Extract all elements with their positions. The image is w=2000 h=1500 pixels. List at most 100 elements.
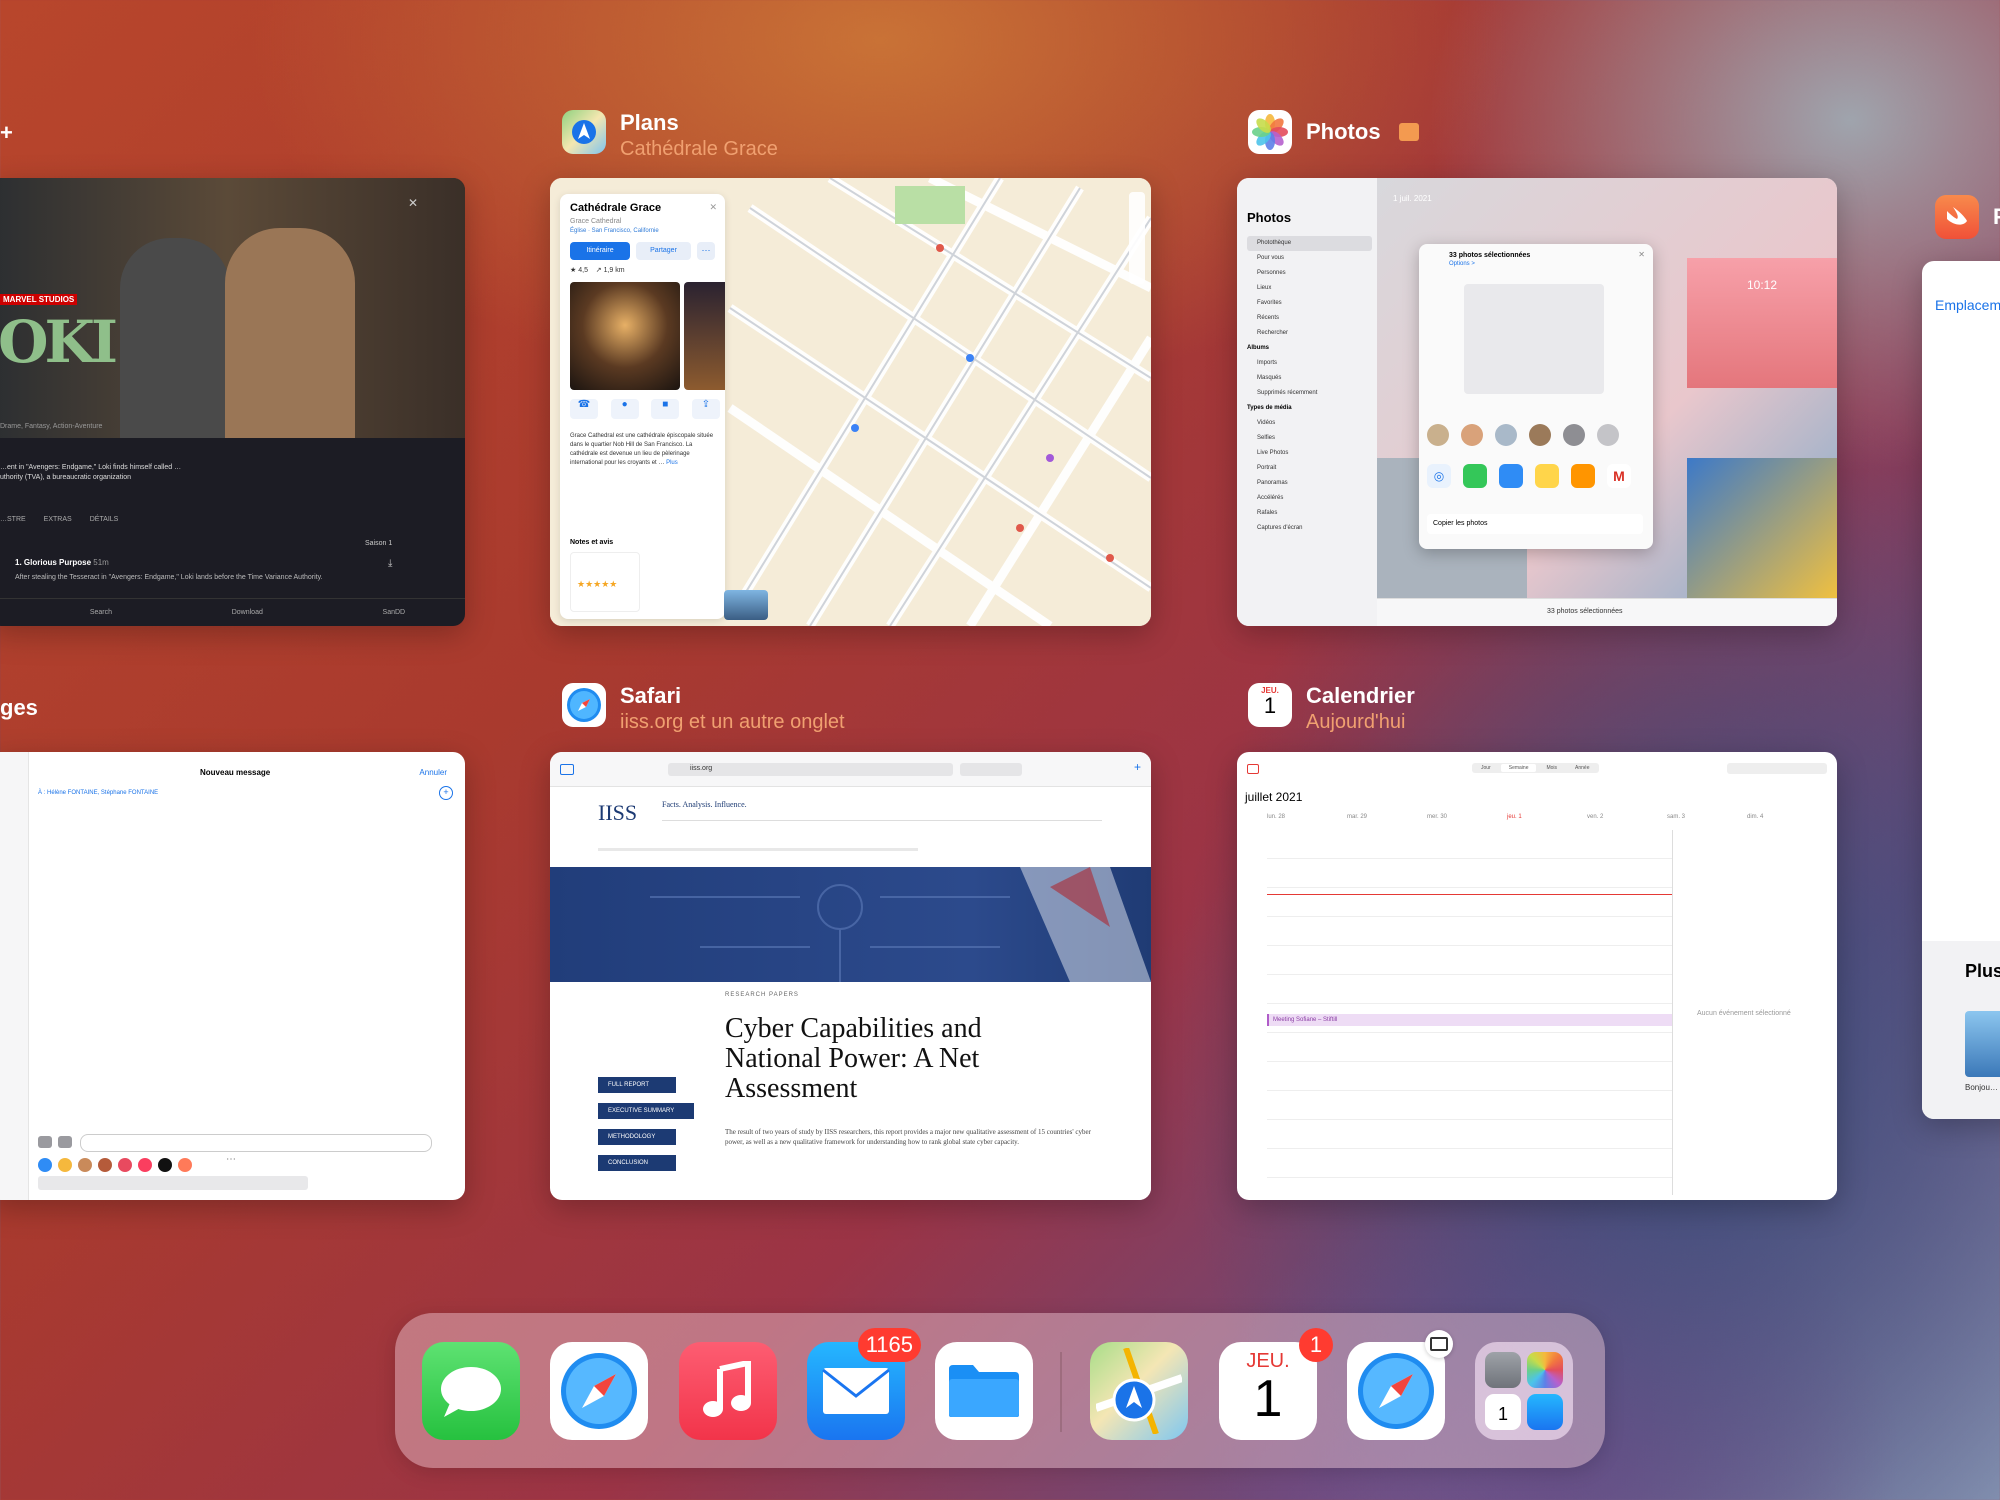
tv-tab[interactable]: DÉTAILS bbox=[90, 516, 119, 523]
globe-icon[interactable]: ● bbox=[610, 399, 639, 419]
photos-sidebar-item[interactable]: Types de média bbox=[1247, 401, 1372, 416]
calendar-inbox-icon[interactable] bbox=[1247, 764, 1259, 774]
calendar-search-field[interactable] bbox=[1727, 763, 1827, 774]
messages-apps-icon[interactable] bbox=[58, 1136, 72, 1148]
plans-photo-2[interactable] bbox=[684, 282, 725, 390]
iiss-button[interactable]: CONCLUSION bbox=[598, 1155, 676, 1171]
swift-link[interactable]: Emplacem… bbox=[1935, 297, 2000, 313]
photos-app-header[interactable]: Photos bbox=[1248, 110, 1419, 154]
share-icon[interactable]: ⇪ bbox=[691, 399, 720, 419]
photos-sidebar-item[interactable]: Panoramas bbox=[1247, 476, 1372, 491]
photos-sidebar-item[interactable]: Captures d'écran bbox=[1247, 521, 1372, 536]
plans-app-header[interactable]: Plans Cathédrale Grace bbox=[562, 110, 778, 162]
dock-maps-icon[interactable] bbox=[1090, 1342, 1188, 1440]
calendar-event[interactable]: Meeting Sofiane – Stiftill bbox=[1267, 1014, 1672, 1026]
music-strip-icon[interactable] bbox=[138, 1158, 152, 1172]
notes-share-icon[interactable] bbox=[1535, 464, 1559, 488]
gmail-share-icon[interactable]: M bbox=[1607, 464, 1631, 488]
plans-app-card[interactable]: Cathédrale Grace ✕ Grace Cathedral Églis… bbox=[550, 178, 1151, 626]
photos-app-card[interactable]: Photos Photothèque Pour vous Personnes Lieu… bbox=[1237, 178, 1837, 626]
photos-sidebar-item[interactable]: Imports bbox=[1247, 356, 1372, 371]
photos-sidebar-item[interactable]: Récents bbox=[1247, 311, 1372, 326]
dock-safari-icon[interactable] bbox=[550, 1342, 648, 1440]
app-store-icon[interactable] bbox=[38, 1158, 52, 1172]
plans-photo-1[interactable] bbox=[570, 282, 680, 390]
photos-sidebar-item[interactable]: Pour vous bbox=[1247, 251, 1372, 266]
photos-sidebar-item[interactable]: Live Photos bbox=[1247, 446, 1372, 461]
search-strip-icon[interactable] bbox=[118, 1158, 132, 1172]
contact-avatar[interactable] bbox=[1427, 424, 1449, 446]
share-copy-photos[interactable]: Copier les photos bbox=[1427, 514, 1643, 534]
memoji-icon[interactable] bbox=[78, 1158, 92, 1172]
safari-sidebar-icon[interactable] bbox=[560, 764, 574, 775]
plans-look-around[interactable] bbox=[724, 590, 768, 620]
photos-sidebar-item[interactable]: Rafales bbox=[1247, 506, 1372, 521]
contact-avatar[interactable] bbox=[1495, 424, 1517, 446]
plans-share-button[interactable]: Partager bbox=[636, 242, 691, 260]
tv-tab[interactable]: …STRE bbox=[0, 516, 26, 523]
dock-calendar-icon[interactable]: JEU. 1 1 bbox=[1219, 1328, 1333, 1440]
calendar-app-card[interactable]: Jour Semaine Mois Année juillet 2021 lun. 2… bbox=[1237, 752, 1837, 1200]
photos-sidebar-item[interactable]: Masqués bbox=[1247, 371, 1372, 386]
dock-music-icon[interactable] bbox=[679, 1342, 777, 1440]
plans-map-controls[interactable] bbox=[1129, 192, 1145, 284]
calendar-view-tab[interactable]: Jour bbox=[1473, 764, 1499, 772]
iiss-button[interactable]: EXECUTIVE SUMMARY bbox=[598, 1103, 694, 1119]
contact-avatar[interactable] bbox=[1563, 424, 1585, 446]
contact-avatar[interactable] bbox=[1529, 424, 1551, 446]
plans-more-button[interactable]: ⋯ bbox=[697, 242, 715, 260]
photos-strip-icon[interactable] bbox=[58, 1158, 72, 1172]
tv-tab[interactable]: EXTRAS bbox=[44, 516, 72, 523]
messages-share-icon[interactable] bbox=[1463, 464, 1487, 488]
calendar-view-tab[interactable]: Semaine bbox=[1500, 764, 1537, 772]
messages-compose-field[interactable] bbox=[80, 1134, 432, 1152]
messages-to-field[interactable]: À : Hélène FONTAINE, Stéphane FONTAINE bbox=[38, 790, 158, 796]
share-sheet-options[interactable]: Options > bbox=[1449, 261, 1475, 267]
heart-strip-icon[interactable] bbox=[158, 1158, 172, 1172]
messages-add-contact-icon[interactable]: + bbox=[439, 786, 453, 800]
iiss-button[interactable]: METHODOLOGY bbox=[598, 1129, 676, 1145]
share-sheet-close-icon[interactable]: ✕ bbox=[1638, 250, 1645, 259]
messages-more-apps-icon[interactable]: ⋯ bbox=[226, 1154, 236, 1165]
tv-season[interactable]: Saison 1 bbox=[365, 540, 392, 547]
tv-profile-tab[interactable]: SanDD bbox=[383, 609, 406, 616]
tv-app-card[interactable]: ✕ MARVEL STUDIOS OKI Drame, Fantasy, Act… bbox=[0, 178, 465, 626]
swift-app-card[interactable]: Emplacem… Plus Bonjou… bbox=[1922, 261, 2000, 1119]
iiss-logo[interactable]: IISS bbox=[598, 800, 637, 826]
photos-sidebar-item[interactable]: Lieux bbox=[1247, 281, 1372, 296]
airdrop-icon[interactable]: ◎ bbox=[1427, 464, 1451, 488]
swift-thumb[interactable] bbox=[1965, 1011, 2000, 1077]
dock-app-library-icon[interactable]: 1 bbox=[1475, 1342, 1573, 1440]
calendar-app-header[interactable]: JEU. 1 Calendrier Aujourd'hui bbox=[1248, 683, 1415, 735]
plans-close-icon[interactable]: ✕ bbox=[709, 202, 717, 213]
photos-sidebar-item[interactable]: Vidéos bbox=[1247, 416, 1372, 431]
memoji-icon[interactable] bbox=[98, 1158, 112, 1172]
dock-safari-recent-icon[interactable] bbox=[1347, 1330, 1453, 1440]
bookmark-icon[interactable]: ■ bbox=[651, 399, 680, 419]
safari-tab-pill[interactable] bbox=[960, 763, 1022, 776]
tv-app-header[interactable]: + bbox=[0, 120, 13, 146]
dock-messages-icon[interactable] bbox=[422, 1342, 520, 1440]
photos-sidebar-item[interactable]: Accélérés bbox=[1247, 491, 1372, 506]
tv-download-icon[interactable]: ⤓ bbox=[388, 558, 392, 569]
photos-share-sheet[interactable]: 33 photos sélectionnées Options > ✕ ◎ M … bbox=[1419, 244, 1653, 549]
photos-sidebar-item[interactable]: Favorites bbox=[1247, 296, 1372, 311]
photos-sidebar-item[interactable]: Albums bbox=[1247, 341, 1372, 356]
safari-new-tab-icon[interactable]: + bbox=[1134, 760, 1141, 774]
photos-sidebar-item[interactable]: Photothèque bbox=[1247, 236, 1372, 251]
photos-sidebar-item[interactable]: Portrait bbox=[1247, 461, 1372, 476]
stickers-strip-icon[interactable] bbox=[178, 1158, 192, 1172]
dock-files-icon[interactable] bbox=[935, 1342, 1033, 1440]
calendar-view-tab[interactable]: Mois bbox=[1538, 764, 1565, 772]
phone-icon[interactable]: ☎ bbox=[570, 399, 598, 419]
dock-mail-icon[interactable]: 1165 bbox=[807, 1328, 921, 1440]
calendar-view-tab[interactable]: Année bbox=[1567, 764, 1597, 772]
photos-sidebar-item[interactable]: Rechercher bbox=[1247, 326, 1372, 341]
messages-cancel-button[interactable]: Annuler bbox=[419, 768, 447, 777]
swift-app-header[interactable]: P bbox=[1935, 195, 2000, 239]
iiss-button[interactable]: FULL REPORT bbox=[598, 1077, 676, 1093]
tv-search-tab[interactable]: Search bbox=[90, 609, 112, 616]
photos-sidebar-item[interactable]: Selfies bbox=[1247, 431, 1372, 446]
mail-share-icon[interactable] bbox=[1499, 464, 1523, 488]
photos-sidebar-item[interactable]: Personnes bbox=[1247, 266, 1372, 281]
